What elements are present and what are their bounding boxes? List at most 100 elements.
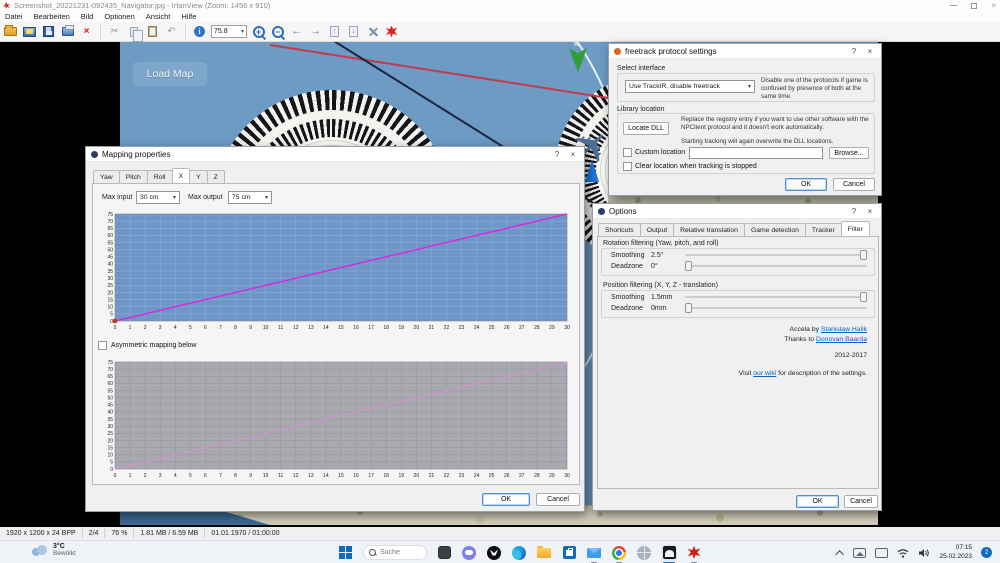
close-button[interactable]: × — [567, 150, 579, 159]
tab-relative-translation[interactable]: Relative translation — [673, 223, 745, 236]
tab-output[interactable]: Output — [640, 223, 674, 236]
undo-button[interactable]: ↶ — [164, 25, 179, 39]
first-page-button[interactable]: ↑ — [327, 25, 342, 39]
rotation-deadzone-slider[interactable] — [685, 260, 867, 271]
max-input-select[interactable]: 30 cm ▾ — [136, 191, 180, 204]
taskbar-app-irfanview[interactable] — [686, 545, 702, 561]
minimize-button[interactable] — [950, 5, 957, 6]
menu-ansicht[interactable]: Ansicht — [146, 12, 171, 21]
tab-y[interactable]: Y — [189, 170, 208, 183]
menu-datei[interactable]: Datei — [5, 12, 23, 21]
custom-location-checkbox[interactable] — [623, 148, 632, 157]
status-file-date: 01.01.1970 / 01:00:00 — [205, 530, 285, 537]
tray-chevron-up-icon[interactable] — [836, 550, 844, 558]
zoom-out-button[interactable]: − — [270, 25, 285, 39]
close-button[interactable]: × — [991, 2, 996, 10]
help-button[interactable]: ? — [848, 207, 860, 216]
svg-text:13: 13 — [308, 325, 314, 331]
print-button[interactable] — [60, 25, 75, 39]
tab-game-detection[interactable]: Game detection — [744, 223, 806, 236]
close-button[interactable]: × — [864, 47, 876, 56]
info-button[interactable]: i — [192, 25, 207, 39]
svg-text:60: 60 — [107, 381, 113, 387]
clock-widget[interactable]: 07:15 25.02.2023 — [939, 544, 972, 561]
interface-select[interactable]: Use TrackIR, disable freetrack ▾ — [625, 80, 755, 93]
search-input[interactable] — [380, 549, 420, 556]
tab-x[interactable]: X — [172, 168, 191, 183]
cancel-button[interactable]: Cancel — [536, 493, 580, 506]
wiki-prefix: Visit — [739, 370, 752, 377]
taskbar-app-store[interactable] — [561, 545, 577, 561]
cancel-button[interactable]: Cancel — [844, 495, 878, 508]
slideshow-button[interactable] — [22, 25, 37, 39]
tab-shortcuts[interactable]: Shortcuts — [598, 223, 641, 236]
tray-panel-icon[interactable] — [875, 548, 888, 558]
ok-button[interactable]: OK — [482, 493, 530, 506]
thanks-author-link[interactable]: Donovan Baarda — [816, 336, 867, 343]
max-output-select[interactable]: 75 cm ▾ — [228, 191, 272, 204]
next-image-button[interactable]: → — [308, 25, 323, 39]
tab-yaw[interactable]: Yaw — [93, 170, 120, 183]
save-button[interactable] — [41, 25, 56, 39]
help-button[interactable]: ? — [848, 47, 860, 56]
tab-tracker[interactable]: Tracker — [805, 223, 842, 236]
svg-text:25: 25 — [489, 473, 495, 479]
accela-author-link[interactable]: Stanislaw Halik — [821, 326, 867, 333]
position-deadzone-slider[interactable] — [685, 302, 867, 313]
menu-bearbeiten[interactable]: Bearbeiten — [34, 12, 70, 21]
tray-photo-icon[interactable] — [853, 548, 866, 558]
speaker-icon[interactable] — [918, 548, 930, 558]
ok-button[interactable]: OK — [796, 495, 839, 508]
help-button[interactable]: ? — [551, 150, 563, 159]
open-button[interactable] — [3, 25, 18, 39]
search-box[interactable] — [363, 545, 427, 560]
menu-optionen[interactable]: Optionen — [104, 12, 134, 21]
custom-location-input[interactable] — [689, 147, 823, 159]
properties-button[interactable] — [365, 25, 380, 39]
weather-widget[interactable]: 3°C Bewölkt — [30, 543, 76, 557]
taskbar-app-bird[interactable] — [486, 545, 502, 561]
wifi-icon[interactable] — [897, 548, 909, 558]
asymmetric-curve-chart[interactable]: 0123456789101112131415161718192021222324… — [100, 359, 570, 479]
taskbar-app-mail[interactable] — [586, 545, 602, 561]
wiki-link[interactable]: our wiki — [753, 370, 776, 377]
taskbar-app-chat[interactable] — [461, 545, 477, 561]
taskbar-app-globe[interactable] — [636, 545, 652, 561]
taskbar-app-darktile[interactable] — [436, 545, 452, 561]
taskbar-app-chrome[interactable] — [611, 545, 627, 561]
tab-roll[interactable]: Roll — [147, 170, 173, 183]
paste-button[interactable] — [145, 25, 160, 39]
start-button[interactable] — [338, 545, 354, 561]
delete-button[interactable]: × — [79, 25, 94, 39]
mapping-curve-chart[interactable]: 0123456789101112131415161718192021222324… — [100, 211, 570, 331]
asymmetric-mapping-checkbox[interactable] — [98, 341, 107, 350]
max-output-label: Max output — [188, 194, 223, 201]
maximize-button[interactable] — [971, 3, 977, 9]
previous-image-button[interactable]: ← — [289, 25, 304, 39]
copy-button[interactable] — [126, 25, 141, 39]
tab-z[interactable]: Z — [207, 170, 225, 183]
taskbar-app-opentrack[interactable] — [661, 545, 677, 561]
menu-bild[interactable]: Bild — [81, 12, 94, 21]
cut-button[interactable]: ✂ — [107, 25, 122, 39]
last-page-button[interactable]: ↓ — [346, 25, 361, 39]
clear-location-checkbox[interactable] — [623, 162, 632, 171]
zoom-combobox[interactable]: 75.8 ▾ — [211, 25, 247, 38]
svg-text:24: 24 — [474, 473, 480, 479]
taskbar-app-explorer[interactable] — [536, 545, 552, 561]
zoom-in-button[interactable]: + — [251, 25, 266, 39]
exit-button[interactable] — [384, 25, 399, 39]
load-map-button[interactable]: Load Map — [133, 62, 207, 86]
menu-hilfe[interactable]: Hilfe — [181, 12, 196, 21]
cancel-button[interactable]: Cancel — [833, 178, 875, 191]
ok-button[interactable]: OK — [785, 178, 827, 191]
locate-dll-button[interactable]: Locate DLL — [623, 122, 669, 135]
browse-button[interactable]: Browse... — [829, 147, 869, 159]
rotation-smoothing-slider[interactable] — [685, 249, 867, 260]
close-button[interactable]: × — [864, 207, 876, 216]
position-smoothing-slider[interactable] — [685, 291, 867, 302]
notification-badge[interactable]: 2 — [981, 547, 992, 558]
tab-filter[interactable]: Filter — [841, 221, 870, 236]
tab-pitch[interactable]: Pitch — [119, 170, 148, 183]
taskbar-app-edge[interactable] — [511, 545, 527, 561]
